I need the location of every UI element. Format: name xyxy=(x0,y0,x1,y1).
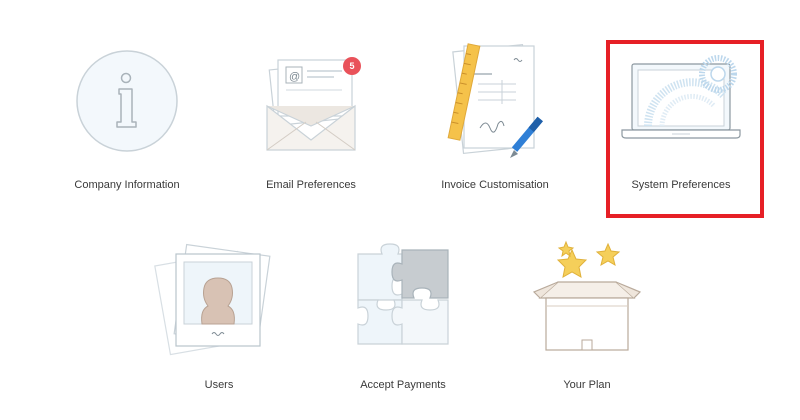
email-preferences-label: Email Preferences xyxy=(266,179,356,191)
users-tile[interactable]: Users xyxy=(142,240,296,400)
accept-payments-tile[interactable]: Accept Payments xyxy=(326,240,480,400)
gift-box-icon xyxy=(532,240,642,351)
notification-badge-count: 5 xyxy=(349,61,354,71)
users-label: Users xyxy=(204,379,234,391)
settings-dashboard: Company Information @ 5 Email Preference… xyxy=(0,0,800,420)
accept-payments-label: Accept Payments xyxy=(360,379,446,391)
email-preferences-tile[interactable]: @ 5 Email Preferences xyxy=(234,40,388,200)
puzzle-icon xyxy=(357,243,449,345)
system-preferences-tile[interactable]: System Preferences xyxy=(602,40,760,200)
your-plan-label: Your Plan xyxy=(563,379,611,391)
company-information-label: Company Information xyxy=(74,179,180,191)
company-information-tile[interactable]: Company Information xyxy=(50,40,204,200)
photo-user-icon xyxy=(154,243,271,356)
laptop-icon xyxy=(621,55,741,139)
envelope-icon: @ 5 xyxy=(266,57,361,151)
star-icon xyxy=(595,242,621,267)
invoice-icon xyxy=(447,43,543,158)
invoice-customisation-label: Invoice Customisation xyxy=(441,179,549,191)
invoice-customisation-tile[interactable]: Invoice Customisation xyxy=(418,40,572,200)
your-plan-tile[interactable]: Your Plan xyxy=(510,240,664,400)
svg-text:@: @ xyxy=(289,71,300,83)
info-icon xyxy=(76,50,178,152)
system-preferences-label: System Preferences xyxy=(631,179,731,191)
